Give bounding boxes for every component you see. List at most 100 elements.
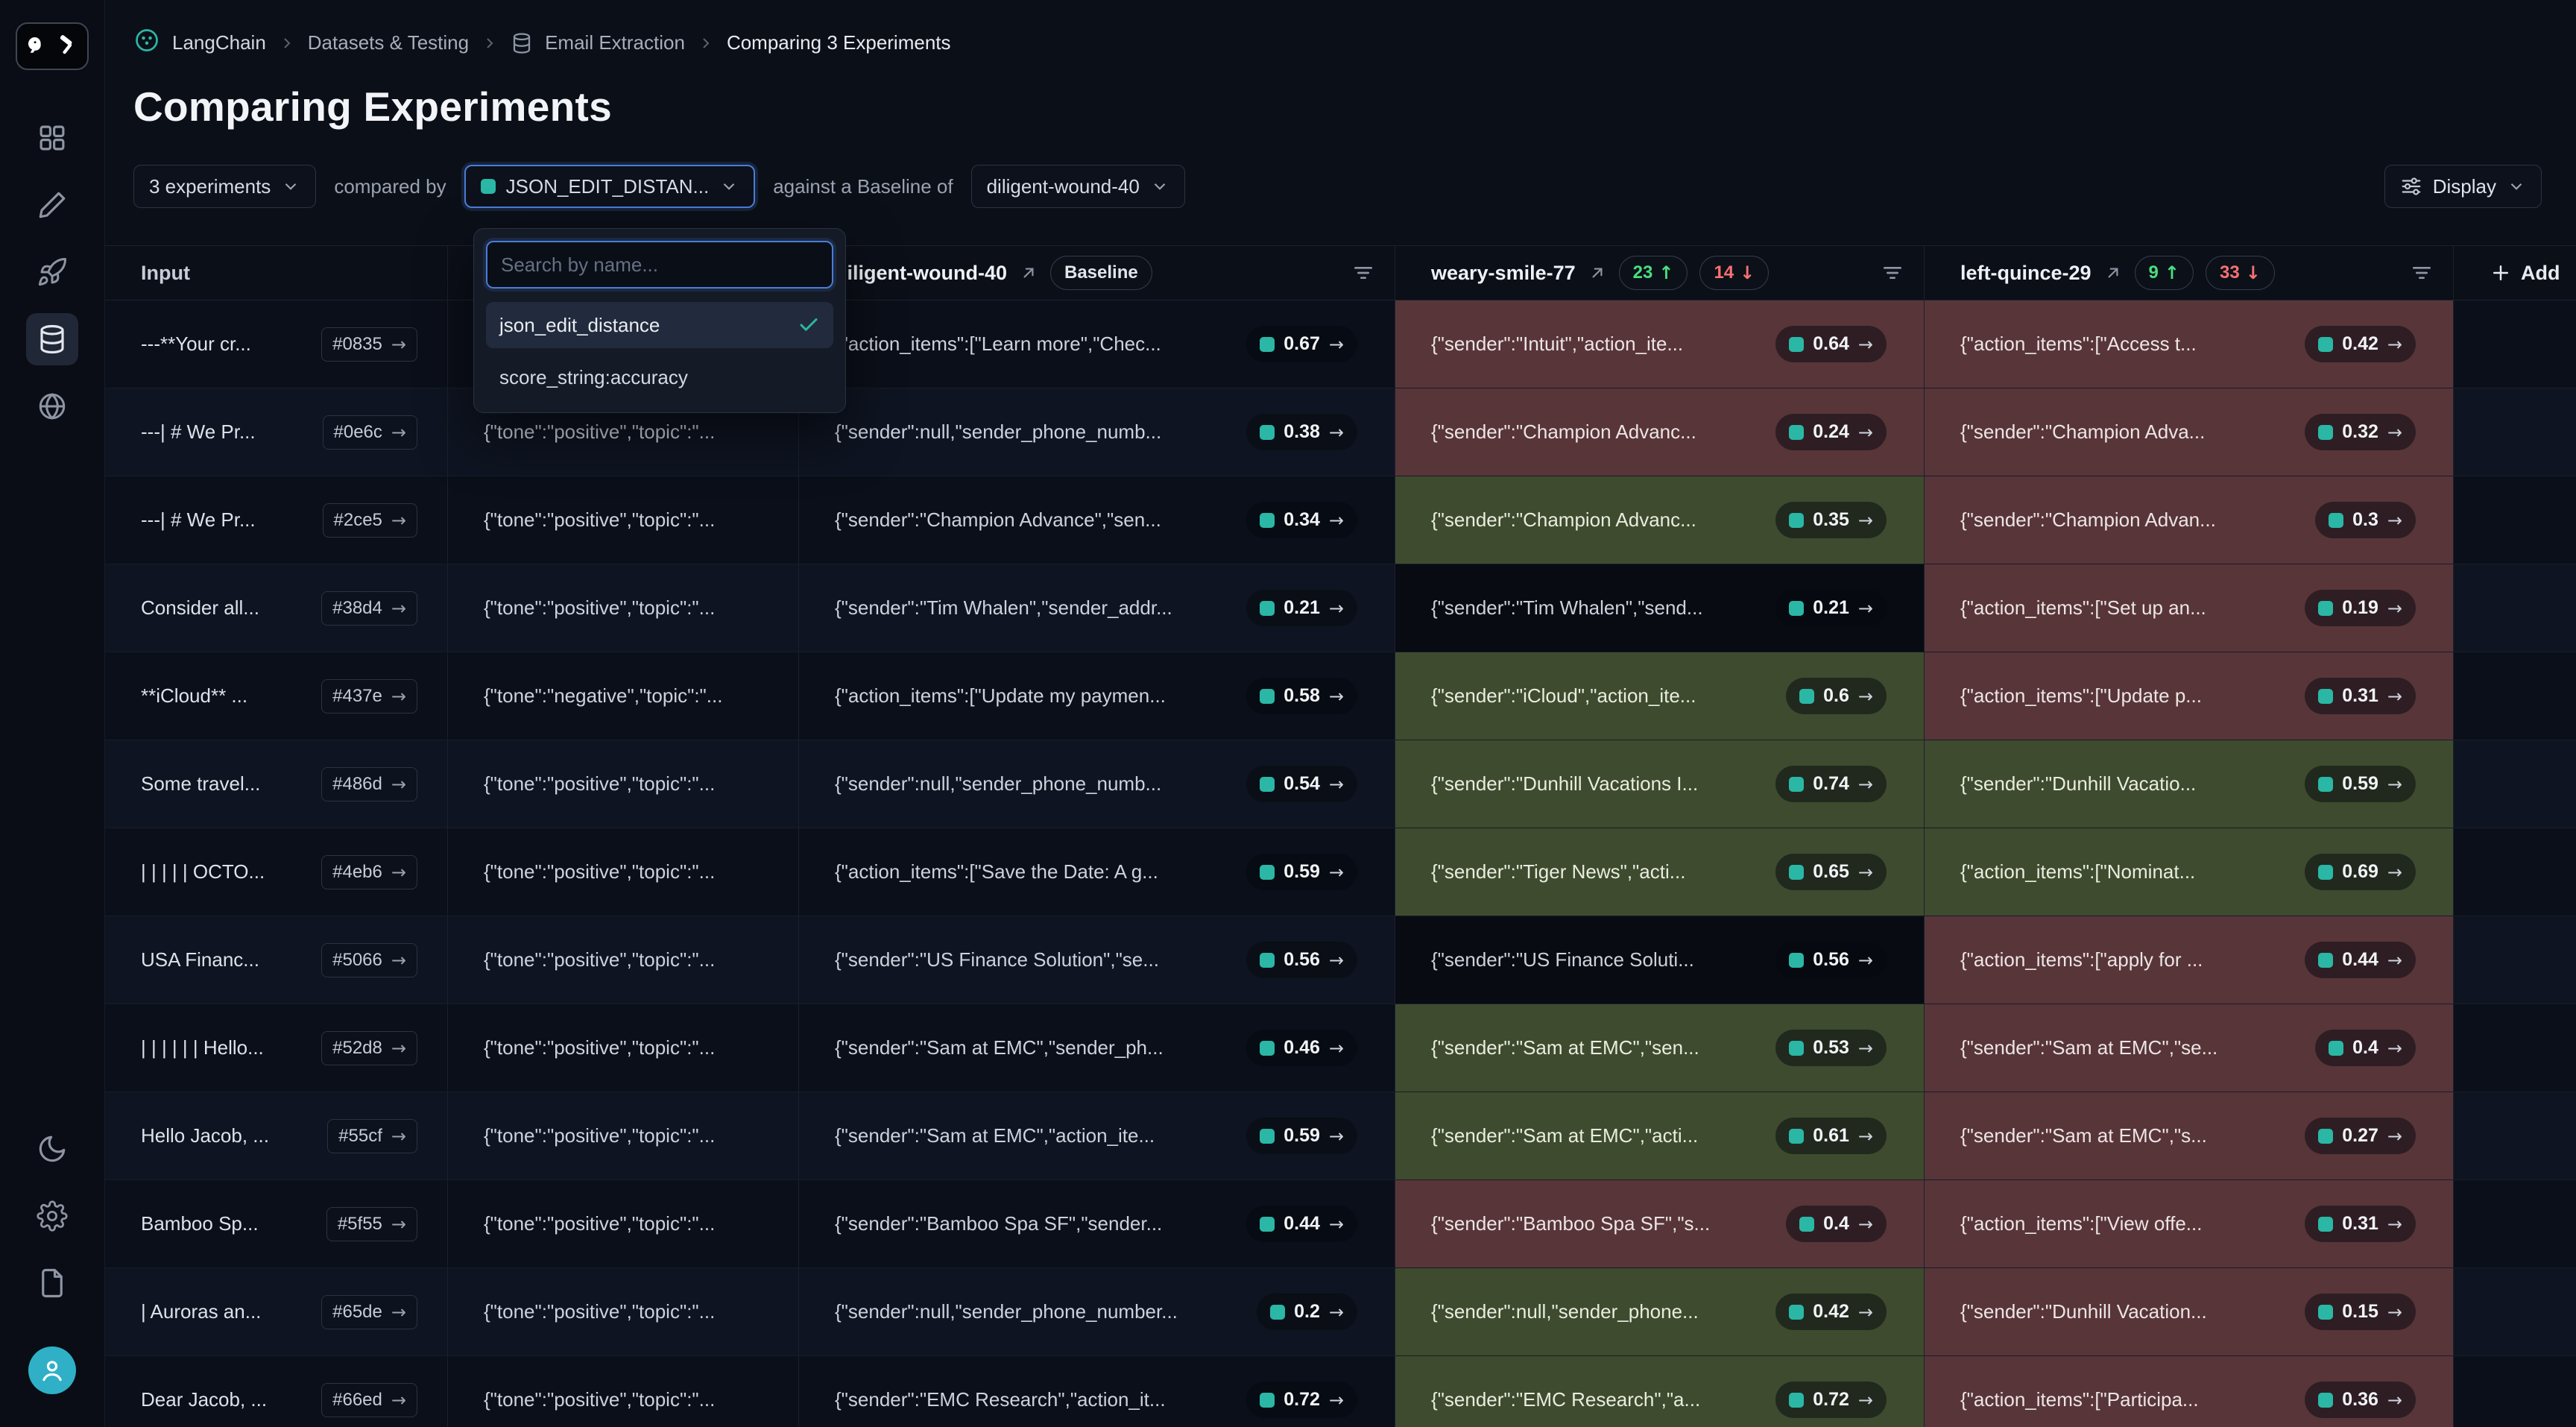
score-badge[interactable]: 0.56→ <box>1775 942 1887 978</box>
experiment-output-cell[interactable]: {"sender":"EMC Research","a...0.72→ <box>1395 1356 1925 1427</box>
row-id-badge[interactable]: #5066→ <box>321 943 417 977</box>
score-badge[interactable]: 0.19→ <box>2305 590 2416 626</box>
deployments-rocket-icon[interactable] <box>26 246 78 298</box>
row-id-badge[interactable]: #38d4→ <box>321 591 417 626</box>
experiment-output-cell[interactable]: {"action_items":["Save the Date: A g...0… <box>799 828 1395 916</box>
score-badge[interactable]: 0.4→ <box>1786 1206 1887 1242</box>
experiment-output-cell[interactable]: {"sender":"Tim Whalen","sender_addr...0.… <box>799 564 1395 652</box>
score-badge[interactable]: 0.64→ <box>1775 326 1887 362</box>
experiment-output-cell[interactable]: {"sender":"Dunhill Vacatio...0.59→ <box>1925 740 2454 828</box>
experiment-output-cell[interactable]: {"sender":"Sam at EMC","s...0.27→ <box>1925 1092 2454 1179</box>
reference-output-cell[interactable]: {"tone":"positive","topic":"... <box>448 564 799 652</box>
score-badge[interactable]: 0.67→ <box>1246 326 1357 362</box>
filter-icon[interactable] <box>2405 256 2438 289</box>
experiment-output-cell[interactable]: {"sender":"Intuit","action_ite...0.64→ <box>1395 300 1925 388</box>
add-experiment-button[interactable]: Add <box>2490 262 2560 285</box>
feedback-key-select[interactable]: JSON_EDIT_DISTAN... <box>464 165 756 208</box>
reference-output-cell[interactable]: {"tone":"positive","topic":"... <box>448 1004 799 1091</box>
experiment-output-cell[interactable]: {"sender":null,"sender_phone_number...0.… <box>799 1268 1395 1355</box>
dropdown-option-json-edit-distance[interactable]: json_edit_distance <box>486 302 833 348</box>
display-button[interactable]: Display <box>2384 165 2542 208</box>
score-badge[interactable]: 0.65→ <box>1775 854 1887 890</box>
experiment-output-cell[interactable]: {"sender":"Dunhill Vacations I...0.74→ <box>1395 740 1925 828</box>
input-cell[interactable]: USA Financ...#5066→ <box>105 916 448 1004</box>
score-badge[interactable]: 0.4→ <box>2315 1030 2416 1066</box>
score-badge[interactable]: 0.21→ <box>1775 590 1887 626</box>
breadcrumb-section[interactable]: Datasets & Testing <box>308 31 469 54</box>
row-id-badge[interactable]: #5f55→ <box>326 1207 417 1241</box>
reference-output-cell[interactable]: {"tone":"positive","topic":"... <box>448 828 799 916</box>
score-badge[interactable]: 0.58→ <box>1246 678 1357 714</box>
experiment-output-cell[interactable]: {"sender":"Champion Advanc...0.24→ <box>1395 388 1925 476</box>
input-cell[interactable]: ---| # We Pr...#0e6c→ <box>105 388 448 476</box>
row-id-badge[interactable]: #55cf→ <box>327 1119 417 1153</box>
regressed-count-badge[interactable]: 14↓ <box>1699 256 1769 290</box>
row-id-badge[interactable]: #437e→ <box>321 679 417 714</box>
filter-icon[interactable] <box>1347 256 1380 289</box>
datasets-database-icon[interactable] <box>26 313 78 365</box>
score-badge[interactable]: 0.24→ <box>1775 414 1887 450</box>
score-badge[interactable]: 0.72→ <box>1775 1382 1887 1418</box>
experiment-output-cell[interactable]: {"action_items":["Learn more","Chec...0.… <box>799 300 1395 388</box>
experiment-output-cell[interactable]: {"sender":null,"sender_phone_numb...0.38… <box>799 388 1395 476</box>
input-cell[interactable]: | | | | | OCTO...#4eb6→ <box>105 828 448 916</box>
score-badge[interactable]: 0.31→ <box>2305 1206 2416 1242</box>
docs-file-icon[interactable] <box>26 1257 78 1309</box>
reference-output-cell[interactable]: {"tone":"positive","topic":"... <box>448 1268 799 1355</box>
row-id-badge[interactable]: #52d8→ <box>321 1031 417 1065</box>
input-cell[interactable]: Some travel...#486d→ <box>105 740 448 828</box>
reference-output-cell[interactable]: {"tone":"positive","topic":"... <box>448 476 799 564</box>
annotation-pencil-icon[interactable] <box>26 179 78 231</box>
score-badge[interactable]: 0.32→ <box>2305 414 2416 450</box>
experiment-output-cell[interactable]: {"sender":"Tim Whalen","send...0.21→ <box>1395 564 1925 652</box>
score-badge[interactable]: 0.31→ <box>2305 678 2416 714</box>
regressed-count-badge[interactable]: 33↓ <box>2206 256 2275 290</box>
score-badge[interactable]: 0.56→ <box>1246 942 1357 978</box>
input-cell[interactable]: | | | | | | Hello...#52d8→ <box>105 1004 448 1091</box>
experiment-output-cell[interactable]: {"action_items":["Participa...0.36→ <box>1925 1356 2454 1427</box>
experiment-link[interactable]: weary-smile-77 <box>1431 262 1576 285</box>
experiment-output-cell[interactable]: {"sender":"Sam at EMC","sen...0.53→ <box>1395 1004 1925 1091</box>
score-badge[interactable]: 0.35→ <box>1775 502 1887 538</box>
score-badge[interactable]: 0.3→ <box>2315 502 2416 538</box>
experiment-output-cell[interactable]: {"sender":"Sam at EMC","se...0.4→ <box>1925 1004 2454 1091</box>
experiment-output-cell[interactable]: {"action_items":["Access t...0.42→ <box>1925 300 2454 388</box>
row-id-badge[interactable]: #0835→ <box>321 327 417 362</box>
settings-gear-icon[interactable] <box>26 1190 78 1242</box>
score-badge[interactable]: 0.34→ <box>1246 502 1357 538</box>
score-badge[interactable]: 0.53→ <box>1775 1030 1887 1066</box>
score-badge[interactable]: 0.72→ <box>1246 1382 1357 1418</box>
experiment-output-cell[interactable]: {"sender":"Dunhill Vacation...0.15→ <box>1925 1268 2454 1355</box>
experiment-output-cell[interactable]: {"sender":"US Finance Soluti...0.56→ <box>1395 916 1925 1004</box>
input-cell[interactable]: Hello Jacob, ...#55cf→ <box>105 1092 448 1179</box>
score-badge[interactable]: 0.38→ <box>1246 414 1357 450</box>
score-badge[interactable]: 0.6→ <box>1786 678 1887 714</box>
score-badge[interactable]: 0.59→ <box>1246 1118 1357 1154</box>
score-badge[interactable]: 0.2→ <box>1257 1294 1357 1330</box>
row-id-badge[interactable]: #4eb6→ <box>321 855 417 889</box>
home-grid-icon[interactable] <box>26 112 78 164</box>
experiment-output-cell[interactable]: {"action_items":["Update my paymen...0.5… <box>799 652 1395 740</box>
reference-output-cell[interactable]: {"tone":"positive","topic":"... <box>448 1092 799 1179</box>
row-id-badge[interactable]: #66ed→ <box>321 1383 417 1417</box>
experiment-output-cell[interactable]: {"sender":"Champion Adva...0.32→ <box>1925 388 2454 476</box>
improved-count-badge[interactable]: 23↑ <box>1619 256 1688 290</box>
input-cell[interactable]: Dear Jacob, ...#66ed→ <box>105 1356 448 1427</box>
score-badge[interactable]: 0.44→ <box>1246 1206 1357 1242</box>
reference-output-cell[interactable]: {"tone":"positive","topic":"... <box>448 1180 799 1267</box>
experiment-output-cell[interactable]: {"action_items":["Set up an...0.19→ <box>1925 564 2454 652</box>
experiment-output-cell[interactable]: {"sender":"Sam at EMC","sender_ph...0.46… <box>799 1004 1395 1091</box>
experiment-output-cell[interactable]: {"sender":"iCloud","action_ite...0.6→ <box>1395 652 1925 740</box>
experiment-output-cell[interactable]: {"sender":"EMC Research","action_it...0.… <box>799 1356 1395 1427</box>
score-badge[interactable]: 0.36→ <box>2305 1382 2416 1418</box>
search-input[interactable] <box>486 241 833 289</box>
breadcrumb-dataset[interactable]: Email Extraction <box>545 31 685 54</box>
baseline-select[interactable]: diligent-wound-40 <box>971 165 1185 208</box>
improved-count-badge[interactable]: 9↑ <box>2135 256 2194 290</box>
experiment-output-cell[interactable]: {"action_items":["apply for ...0.44→ <box>1925 916 2454 1004</box>
experiment-output-cell[interactable]: {"sender":"Champion Advance","sen...0.34… <box>799 476 1395 564</box>
reference-output-cell[interactable]: {"tone":"positive","topic":"... <box>448 916 799 1004</box>
experiment-output-cell[interactable]: {"sender":"Bamboo Spa SF","s...0.4→ <box>1395 1180 1925 1267</box>
dropdown-option-score-string-accuracy[interactable]: score_string:accuracy <box>486 354 833 400</box>
reference-output-cell[interactable]: {"tone":"negative","topic":"... <box>448 652 799 740</box>
